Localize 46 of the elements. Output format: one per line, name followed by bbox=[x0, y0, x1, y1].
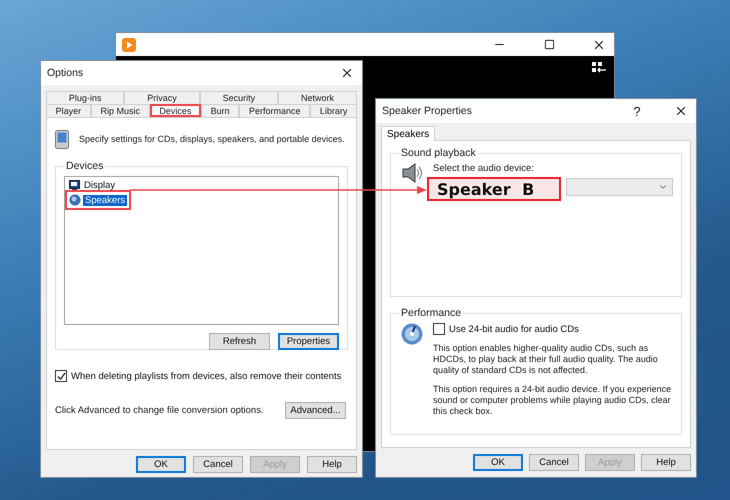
checkbox[interactable]: Use 24-bit audio for audio CDs bbox=[433, 323, 673, 335]
monitor-icon bbox=[69, 180, 80, 191]
advanced-hint: Click Advanced to change file conversion options. bbox=[55, 405, 264, 416]
dialog-button[interactable]: OK bbox=[473, 454, 523, 471]
dialog-button[interactable]: Cancel bbox=[193, 456, 243, 473]
tab[interactable]: Security bbox=[200, 91, 278, 104]
help-button[interactable]: ? bbox=[628, 102, 646, 120]
callout-label: Speaker B bbox=[427, 177, 561, 201]
advanced-button[interactable]: Advanced... bbox=[285, 402, 346, 419]
tab[interactable]: Plug-ins bbox=[46, 91, 124, 104]
maximize-icon bbox=[544, 39, 554, 50]
checkbox[interactable]: When deleting playlists from devices, also remove their contents bbox=[55, 370, 348, 382]
tab[interactable]: Speakers bbox=[381, 126, 436, 141]
grid-arrow-icon bbox=[592, 62, 606, 74]
intro-text: Specify settings for CDs, displays, speakers, and portable devices. bbox=[79, 134, 345, 144]
description-text: This option requires a 24-bit audio device. If you experience sound or computer problems while playing audio CDs, clear this check box. bbox=[433, 384, 672, 417]
dialog-button[interactable]: Cancel bbox=[529, 454, 579, 471]
dialog-button[interactable]: OK bbox=[136, 456, 186, 473]
window-title: Speaker Properties bbox=[382, 105, 473, 117]
disc-icon bbox=[401, 323, 423, 345]
speaker-icon bbox=[69, 194, 81, 206]
device-item[interactable]: Display bbox=[68, 179, 118, 192]
dialog-button[interactable]: Properties bbox=[278, 333, 339, 350]
dialog-button[interactable]: Help bbox=[307, 456, 357, 473]
description-text: This option enables higher-quality audio CDs, such as HDCDs, to play back at their full audio quality. The audio quality of standard CDs is not affected. bbox=[433, 343, 659, 376]
field-label: Select the audio device: bbox=[433, 163, 535, 174]
dialog-button[interactable]: Help bbox=[641, 454, 691, 471]
window-title: Options bbox=[47, 67, 84, 79]
close-icon bbox=[340, 66, 354, 80]
close-icon bbox=[674, 104, 688, 118]
speaker-icon bbox=[401, 163, 423, 183]
handheld-device-icon bbox=[55, 130, 69, 148]
tab[interactable]: Network bbox=[278, 91, 357, 104]
tab[interactable]: Player bbox=[46, 104, 91, 117]
group-title: Devices bbox=[65, 160, 104, 172]
tab[interactable]: Library bbox=[310, 104, 357, 117]
tab[interactable]: Privacy bbox=[124, 91, 200, 104]
group-title: Sound playback bbox=[400, 147, 477, 159]
group-title: Performance bbox=[400, 307, 462, 319]
check-icon bbox=[56, 372, 66, 380]
app-icon bbox=[122, 38, 136, 52]
tab[interactable]: Performance bbox=[239, 104, 310, 117]
tab[interactable]: Devices bbox=[150, 104, 201, 117]
dialog-button[interactable]: Refresh bbox=[209, 333, 270, 350]
tab[interactable]: Burn bbox=[200, 104, 240, 117]
tab[interactable]: Rip Music bbox=[90, 104, 150, 117]
